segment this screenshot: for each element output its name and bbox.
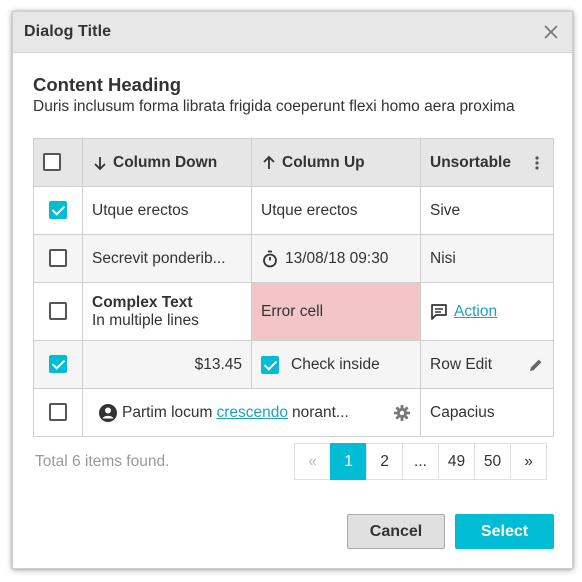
row-select-cell <box>33 234 83 283</box>
select-all-cell <box>33 138 83 187</box>
content-heading: Content Heading <box>33 74 181 95</box>
select-all-checkbox[interactable] <box>43 153 61 172</box>
column-header-label: Column Down <box>113 153 218 171</box>
row-checkbox[interactable] <box>49 355 67 374</box>
table-cell: Secrevit ponderib... <box>82 234 252 283</box>
content-text: Duris inclusum forma librata frigida coe… <box>33 98 515 115</box>
merged-cell: Partim locum crescendo norant... <box>82 388 421 437</box>
table-cell: Capacius <box>420 388 554 437</box>
table-row[interactable]: Complex Text In multiple lines Error cel… <box>33 282 554 341</box>
column-header-label: Column Up <box>282 153 365 171</box>
inline-checkbox[interactable] <box>261 355 279 374</box>
complex-text-title: Complex Text <box>92 293 193 311</box>
crescendo-link[interactable]: crescendo <box>216 404 288 422</box>
pager-first-button[interactable]: « <box>294 443 331 480</box>
inline-checkbox-label: Check inside <box>291 355 380 373</box>
merged-cell-text: Partim locum <box>122 403 213 421</box>
timer-icon <box>263 250 277 267</box>
dialog: Dialog Title Content Heading Duris inclu… <box>12 11 573 569</box>
complex-text-subtitle: In multiple lines <box>92 311 199 329</box>
row-select-cell <box>33 340 83 389</box>
merged-cell-text: norant... <box>291 403 349 421</box>
dialog-header: Dialog Title <box>13 12 572 53</box>
table-cell: Nisi <box>420 234 554 283</box>
table-row[interactable]: Partim locum crescendo norant... Capaciu… <box>33 388 554 437</box>
comment-icon <box>431 303 447 320</box>
table-cell: Sive <box>420 186 554 235</box>
row-checkbox[interactable] <box>49 302 67 321</box>
account-icon <box>99 403 117 422</box>
pager-ellipsis[interactable]: ... <box>402 443 439 480</box>
row-checkbox[interactable] <box>49 249 67 268</box>
arrow-down-icon <box>94 156 106 170</box>
row-select-cell <box>33 186 83 235</box>
gear-icon[interactable] <box>393 404 411 422</box>
row-checkbox[interactable] <box>49 403 67 422</box>
cancel-button[interactable]: Cancel <box>347 514 445 549</box>
row-checkbox[interactable] <box>49 201 67 220</box>
table-cell: Check inside <box>251 340 421 389</box>
pager-page-2[interactable]: 2 <box>366 443 403 480</box>
dialog-title: Dialog Title <box>24 23 112 40</box>
error-cell: Error cell <box>251 282 421 341</box>
table-cell: Utque erectos <box>251 186 421 235</box>
table-header-row: Column Down Column Up Unsortable <box>33 138 554 187</box>
column-header-up[interactable]: Column Up <box>251 138 421 187</box>
total-items-info: Total 6 items found. <box>35 453 170 470</box>
pager-page-49[interactable]: 49 <box>438 443 475 480</box>
more-vertical-icon[interactable] <box>530 155 544 171</box>
datetime-value: 13/08/18 09:30 <box>285 249 389 267</box>
close-icon <box>544 25 558 39</box>
table-cell: 13/08/18 09:30 <box>251 234 421 283</box>
price-cell: $13.45 <box>82 340 252 389</box>
table-row[interactable]: Utque erectos Utque erectos Sive <box>33 186 554 235</box>
pager-page-50[interactable]: 50 <box>474 443 511 480</box>
action-link[interactable]: Action <box>454 303 497 321</box>
pagination: « 1 2 ... 49 50 » <box>294 443 547 480</box>
close-button[interactable] <box>540 21 562 43</box>
table-cell: Action <box>420 282 554 341</box>
pager-page-1[interactable]: 1 <box>330 443 367 480</box>
table-cell: Row Edit <box>420 340 554 389</box>
arrow-up-icon <box>263 155 275 169</box>
column-header-label: Unsortable <box>430 153 511 171</box>
select-button[interactable]: Select <box>455 514 554 549</box>
column-header-unsortable: Unsortable <box>420 138 554 187</box>
table-row[interactable]: Secrevit ponderib... 13/08/18 09:30 Nisi <box>33 234 554 283</box>
row-select-cell <box>33 388 83 437</box>
table-row[interactable]: $13.45 Check inside Row Edit <box>33 340 554 389</box>
pager-last-button[interactable]: » <box>510 443 547 480</box>
table-cell: Complex Text In multiple lines <box>82 282 252 341</box>
column-header-down[interactable]: Column Down <box>82 138 252 187</box>
data-table: Column Down Column Up Unsortable Utque e… <box>33 138 554 437</box>
row-select-cell <box>33 282 83 341</box>
table-cell: Utque erectos <box>82 186 252 235</box>
pencil-icon[interactable] <box>528 357 544 373</box>
row-edit-label: Row Edit <box>430 355 493 373</box>
